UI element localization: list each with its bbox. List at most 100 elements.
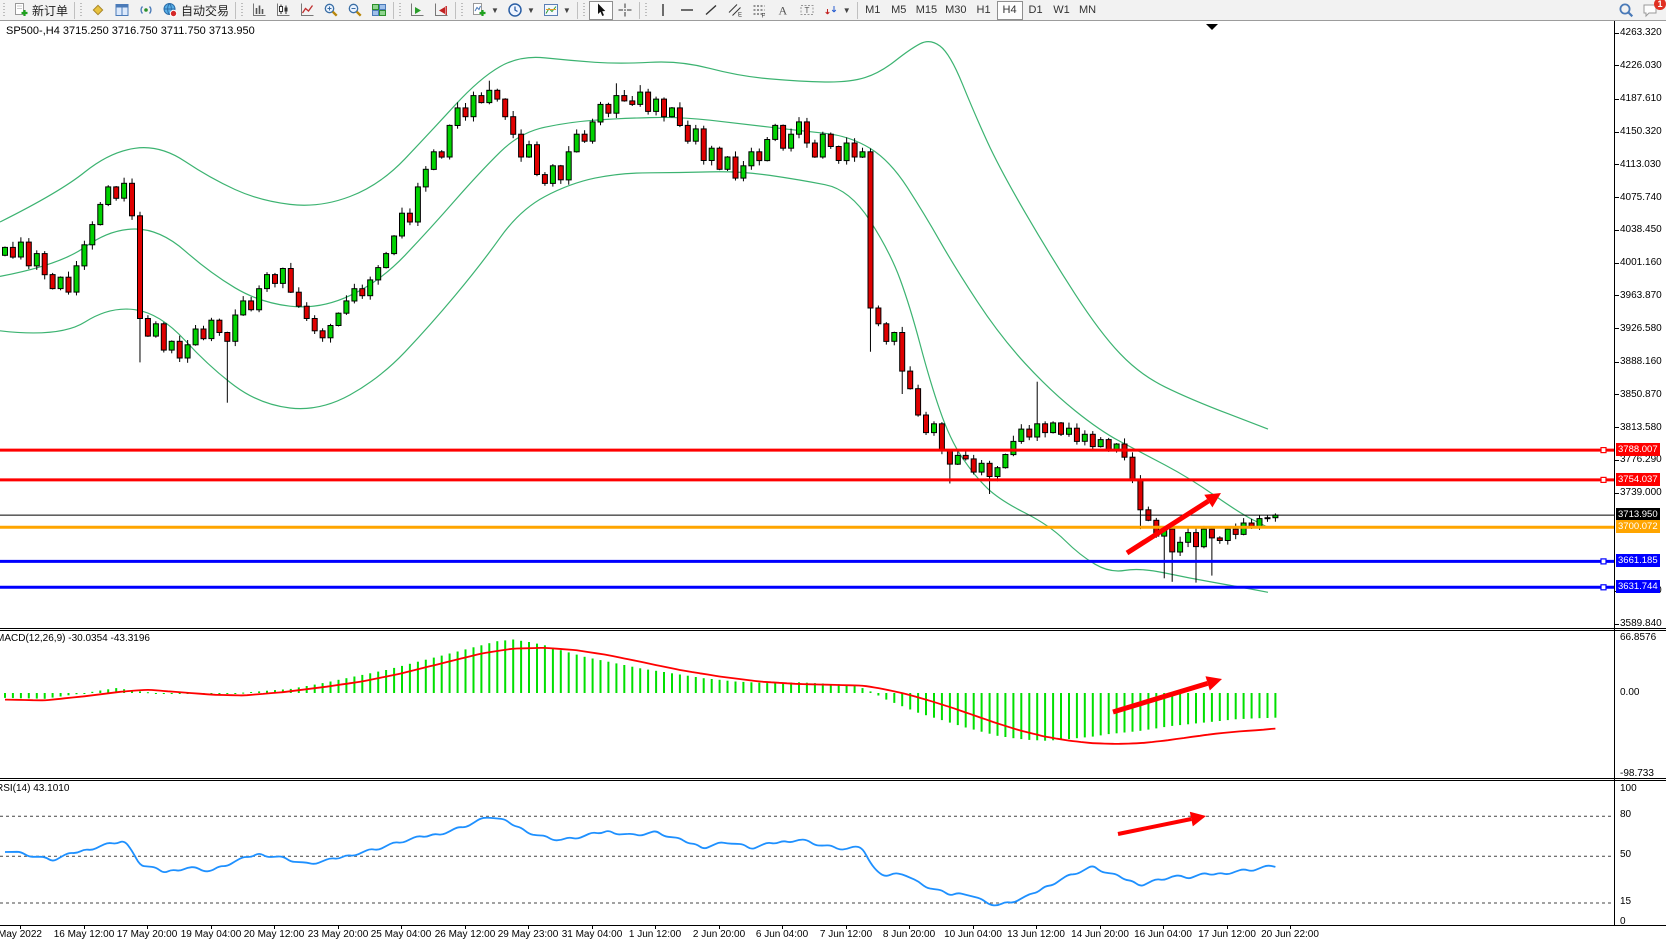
candlestick-chart-button[interactable]	[271, 1, 295, 20]
autotrading-button[interactable]: 自动交易	[158, 1, 233, 20]
templates-button[interactable]: ▼	[539, 1, 575, 20]
price-tick-label: 4113.030	[1620, 159, 1661, 170]
timeframe-button-M1[interactable]: M1	[860, 1, 886, 20]
zoom-in-button[interactable]	[319, 1, 343, 20]
price-tick-mark	[1615, 33, 1619, 34]
text-label-button[interactable]: T	[795, 1, 819, 20]
timeframe-button-M15[interactable]: M15	[912, 1, 941, 20]
trend-arrow[interactable]	[1118, 812, 1206, 834]
line-chart-button[interactable]	[295, 1, 319, 20]
svg-text:T: T	[804, 6, 809, 15]
trend-arrow[interactable]	[1113, 676, 1222, 712]
dropdown-caret-icon[interactable]: ▼	[527, 6, 535, 15]
fibonacci-button[interactable]: F	[747, 1, 771, 20]
price-tag-3788.007: 3788.007	[1616, 443, 1660, 456]
chat-button[interactable]: 1	[1638, 1, 1662, 20]
search-button[interactable]	[1614, 1, 1638, 20]
toolbar-grip	[461, 3, 465, 18]
timeframe-button-W1[interactable]: W1	[1049, 1, 1075, 20]
rsi-panel-svg[interactable]	[0, 781, 1615, 925]
price-tick-label: 4226.030	[1620, 60, 1662, 71]
price-tick-mark	[1615, 295, 1619, 296]
zoom-out-button[interactable]	[343, 1, 367, 20]
dropdown-caret-icon[interactable]: ▼	[563, 6, 571, 15]
autotrading-icon	[162, 2, 178, 18]
notification-badge: 1	[1654, 0, 1666, 10]
time-tick-label: 1 Jun 12:00	[629, 929, 681, 940]
timeframe-button-MN[interactable]: MN	[1075, 1, 1101, 20]
fibonacci-icon: F	[751, 2, 767, 18]
timeframe-button-M30[interactable]: M30	[941, 1, 970, 20]
macd-axis-label: 0.00	[1620, 687, 1639, 698]
line-chart-icon	[299, 2, 315, 18]
market-watch-button[interactable]	[86, 1, 110, 20]
trendline-button[interactable]	[699, 1, 723, 20]
timeframe-button-H4[interactable]: H4	[997, 1, 1023, 20]
templates-icon	[543, 2, 559, 18]
toolbar-separator	[455, 2, 456, 19]
time-tick-label: 23 May 20:00	[308, 929, 369, 940]
hline-3661.185[interactable]	[0, 559, 1615, 564]
rsi-axis-label: 80	[1620, 809, 1631, 820]
price-tick-mark	[1615, 197, 1619, 198]
time-tick-label: 16 May 12:00	[54, 929, 115, 940]
toolbar-grip	[241, 3, 245, 18]
chart-shift-button[interactable]	[429, 1, 453, 20]
timeframe-button-D1[interactable]: D1	[1023, 1, 1049, 20]
hline-3631.744[interactable]	[0, 585, 1615, 590]
horizontal-line-button[interactable]	[675, 1, 699, 20]
time-tick-label: 17 Jun 12:00	[1198, 929, 1256, 940]
new-order-button[interactable]: 新订单	[9, 1, 72, 20]
chart-shift-marker[interactable]	[1206, 24, 1218, 30]
chart-window[interactable]: 4263.3204226.0304187.6104150.3204113.030…	[0, 21, 1666, 940]
auto-scroll-button[interactable]	[405, 1, 429, 20]
price-tick-label: 3963.870	[1620, 290, 1662, 301]
toolbar-grip	[645, 3, 649, 18]
price-tag-3661.185: 3661.185	[1616, 554, 1660, 567]
vertical-line-button[interactable]	[651, 1, 675, 20]
auto-scroll-icon	[409, 2, 425, 18]
horizontal-line-icon	[679, 2, 695, 18]
main-chart-svg[interactable]	[0, 21, 1615, 628]
signals-button[interactable]	[134, 1, 158, 20]
toolbar-separator	[235, 2, 236, 19]
bar-chart-button[interactable]	[247, 1, 271, 20]
data-window-button[interactable]	[110, 1, 134, 20]
hline-3788.007[interactable]	[0, 448, 1615, 453]
time-tick-label: 25 May 04:00	[371, 929, 432, 940]
indicators-button[interactable]: ▼	[467, 1, 503, 20]
periods-button[interactable]: ▼	[503, 1, 539, 20]
macd-panel-svg[interactable]	[0, 631, 1615, 777]
time-axis[interactable]: May 202216 May 12:0017 May 20:0019 May 0…	[0, 925, 1666, 940]
price-tick-mark	[1615, 328, 1619, 329]
cursor-button[interactable]	[589, 1, 613, 20]
macd-axis-label: 66.8576	[1620, 632, 1656, 643]
text-button[interactable]: A	[771, 1, 795, 20]
price-tick-mark	[1615, 493, 1619, 494]
hline-3754.037[interactable]	[0, 477, 1615, 482]
toolbar-grip	[583, 3, 587, 18]
dropdown-caret-icon[interactable]: ▼	[491, 6, 499, 15]
arrows-button[interactable]: ▼	[819, 1, 855, 20]
time-tick-label: May 2022	[0, 929, 42, 940]
time-tick-label: 26 May 12:00	[435, 929, 496, 940]
price-tick-label: 3739.000	[1620, 487, 1662, 498]
time-tick-label: 6 Jun 04:00	[756, 929, 808, 940]
time-tick-label: 8 Jun 20:00	[883, 929, 935, 940]
timeframe-button-H1[interactable]: H1	[971, 1, 997, 20]
dropdown-caret-icon[interactable]: ▼	[843, 6, 851, 15]
price-tag-3713.950: 3713.950	[1616, 508, 1660, 521]
signal-icon	[138, 2, 154, 18]
price-axis[interactable]: 4263.3204226.0304187.6104150.3204113.030…	[1615, 21, 1666, 925]
crosshair-icon	[617, 2, 633, 18]
timeframe-button-M5[interactable]: M5	[886, 1, 912, 20]
macd-histogram	[4, 640, 1276, 741]
equidistant-channel-button[interactable]: E	[723, 1, 747, 20]
price-tick-label: 4001.160	[1620, 257, 1662, 268]
macd-axis-label: -98.733	[1620, 768, 1654, 779]
search-icon	[1618, 2, 1634, 18]
tile-windows-button[interactable]	[367, 1, 391, 20]
time-tick-label: 20 Jun 22:00	[1261, 929, 1319, 940]
crosshair-button[interactable]	[613, 1, 637, 20]
rsi-axis-label: 50	[1620, 849, 1631, 860]
